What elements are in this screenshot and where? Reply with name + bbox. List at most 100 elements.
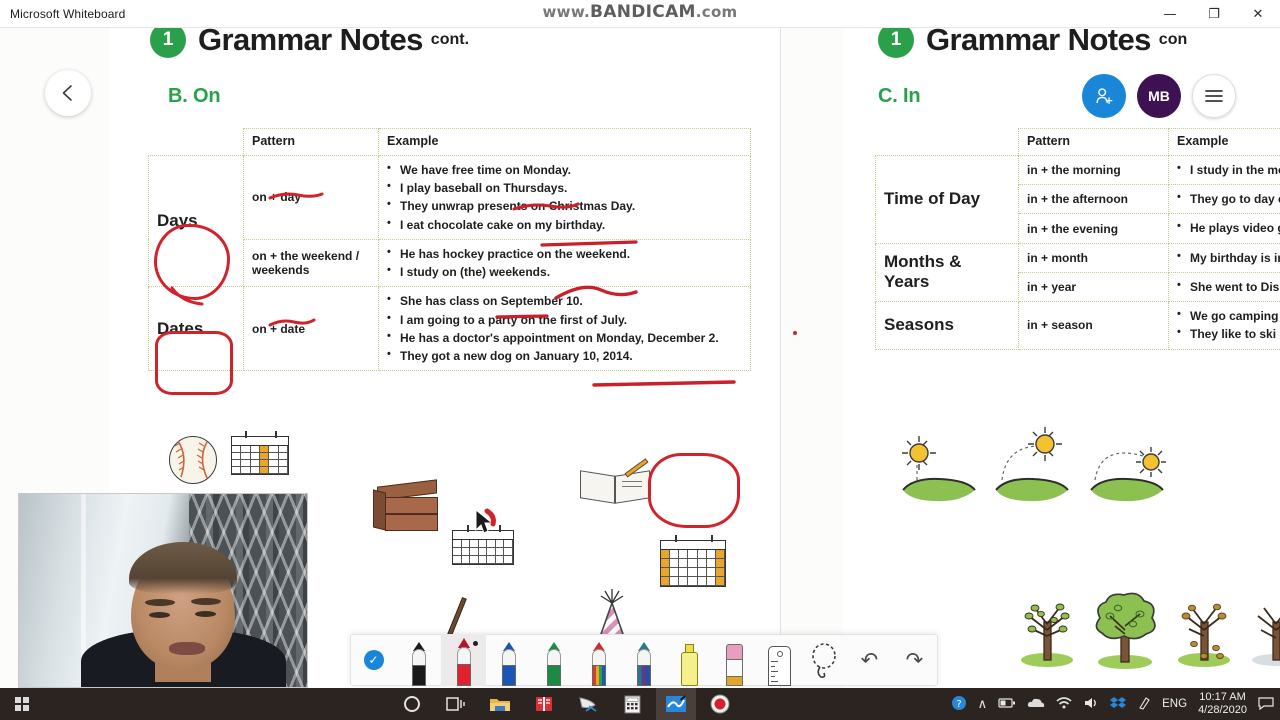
- app-title: Microsoft Whiteboard: [10, 6, 126, 21]
- right-page-badge: 1: [878, 28, 914, 58]
- pen-icon: [588, 642, 610, 686]
- in-preposition-table: Pattern Example Time of Day in + the mor…: [875, 128, 1280, 350]
- dropbox-icon[interactable]: [1110, 696, 1127, 713]
- baseball-icon: [169, 436, 217, 484]
- redo-button[interactable]: ↷: [892, 634, 937, 686]
- col-header-category: [149, 129, 244, 156]
- taskbar-item-snip-and-sketch[interactable]: [568, 688, 608, 720]
- pen-icon: [408, 642, 430, 686]
- list-item: I am going to a party on the first of Ju…: [387, 310, 742, 329]
- examples-on-weekend: He has hockey practice on the weekend. I…: [378, 238, 751, 288]
- category-label: Time of Day: [884, 189, 981, 209]
- check-icon: ✓: [363, 650, 384, 670]
- row-category-time-of-day: Time of Day: [875, 155, 1019, 244]
- example-text: I play baseball on Thursdays.: [400, 181, 568, 196]
- red-ink-dot: [793, 331, 797, 335]
- example-text: My birthday is in: [1190, 250, 1280, 265]
- pen-red-button[interactable]: [441, 634, 487, 686]
- pen-galaxy-button[interactable]: [621, 634, 666, 686]
- left-page-badge: 1: [150, 28, 186, 58]
- ruler-icon: [767, 646, 791, 686]
- pen-black-button[interactable]: [396, 634, 441, 686]
- help-icon[interactable]: ?: [951, 695, 967, 714]
- restore-button[interactable]: ❐: [1192, 0, 1236, 28]
- example-text: She has class on September 10.: [400, 294, 583, 309]
- example-list: He has hockey practice on the weekend. I…: [387, 244, 742, 281]
- row-category-months-years: Months & Years: [875, 242, 1019, 303]
- start-button[interactable]: [0, 688, 44, 720]
- ruler-button[interactable]: [757, 634, 802, 686]
- minimize-button[interactable]: —: [1148, 0, 1192, 28]
- taskbar-item-whiteboard[interactable]: [656, 688, 696, 720]
- pen-rainbow-button[interactable]: [576, 634, 621, 686]
- list-item: They go to day c: [1177, 189, 1280, 208]
- pen-blue-button[interactable]: [486, 634, 531, 686]
- list-item: We go camping: [1177, 306, 1280, 325]
- example-text: They unwrap presents on Christmas Day.: [400, 199, 636, 214]
- midday-sun-shape: [995, 427, 1069, 502]
- left-page-header: 1 Grammar Notes cont.: [150, 28, 469, 58]
- system-tray: ? ∧ ENG 10:17 AM 4/28/2020: [951, 691, 1274, 717]
- avatar-initials: MB: [1148, 88, 1170, 104]
- redo-icon: ↷: [905, 648, 924, 672]
- category-label: Dates: [157, 318, 204, 338]
- taskbar-item-calculator[interactable]: [612, 688, 652, 720]
- windows-taskbar: ? ∧ ENG 10:17 AM 4/28/2020: [0, 688, 1280, 720]
- calendar-icon: [231, 431, 289, 475]
- example-text: I am going to a party on the first of Ju…: [400, 312, 628, 327]
- baseball-seams: [174, 440, 208, 479]
- col-header-pattern: Pattern: [243, 128, 379, 156]
- menu-button[interactable]: [1192, 74, 1236, 118]
- tray-chevron-up-icon[interactable]: ∧: [978, 698, 988, 711]
- pattern-text: on + day: [252, 190, 302, 205]
- taskbar-item-task-view[interactable]: [436, 688, 476, 720]
- example-text: He has a doctor's appointment on Monday,…: [400, 330, 719, 345]
- avatar[interactable]: MB: [1137, 74, 1181, 118]
- pen-tray-icon[interactable]: [1137, 696, 1151, 713]
- example-list: She has class on September 10. I am goin…: [387, 291, 742, 365]
- list-item: I study in the mo: [1177, 160, 1280, 179]
- back-button[interactable]: [45, 70, 91, 116]
- highlighter-button[interactable]: [667, 634, 712, 686]
- volume-icon[interactable]: [1083, 696, 1099, 713]
- file-explorer-icon: [490, 699, 510, 711]
- list-item: He has a doctor's appointment on Monday,…: [387, 328, 742, 347]
- list-item: They got a new dog on January 10, 2014.: [387, 346, 742, 365]
- spring-tree-shape: [1021, 603, 1073, 667]
- battery-icon[interactable]: [998, 697, 1016, 712]
- ink-toolbar[interactable]: ✓ ↶ ↷: [350, 634, 938, 686]
- bandicam-watermark: www. BANDICAM .com: [521, 2, 759, 22]
- battery-glyph-icon: [998, 697, 1016, 708]
- pen-green-button[interactable]: [531, 634, 576, 686]
- taskbar-apps: [392, 688, 740, 720]
- ink-toggle-button[interactable]: ✓: [351, 634, 396, 686]
- wifi-icon[interactable]: [1056, 696, 1072, 712]
- action-center-icon[interactable]: [1258, 696, 1274, 713]
- list-item: I play baseball on Thursdays.: [387, 178, 742, 197]
- task-view-icon: [446, 697, 465, 711]
- eraser-button[interactable]: [712, 634, 757, 686]
- cloud-glyph-icon: [1027, 698, 1045, 707]
- pattern-in-evening: in + the evening: [1018, 213, 1169, 244]
- example-text: They got a new dog on January 10, 2014.: [400, 349, 633, 364]
- undo-button[interactable]: ↶: [847, 634, 892, 686]
- sunrise-shape: [902, 436, 976, 502]
- onedrive-cloud-icon[interactable]: [1027, 697, 1045, 712]
- language-indicator[interactable]: ENG: [1162, 698, 1187, 710]
- svg-text:?: ?: [956, 699, 961, 710]
- share-button[interactable]: [1082, 74, 1126, 118]
- taskbar-item-bandicam[interactable]: [700, 688, 740, 720]
- presenter-eyebrow-right: [191, 598, 221, 605]
- list-item: She went to Disn: [1177, 277, 1280, 296]
- taskbar-item-cortana[interactable]: [392, 688, 432, 720]
- taskbar-clock[interactable]: 10:17 AM 4/28/2020: [1198, 691, 1247, 717]
- on-preposition-table: Pattern Example Days on + day • We have …: [148, 128, 751, 372]
- chocolate-cake-icon: [373, 479, 439, 531]
- close-button[interactable]: ✕: [1236, 0, 1280, 28]
- taskbar-item-reader[interactable]: [524, 688, 564, 720]
- winter-tree-shape: [1252, 607, 1280, 666]
- example-in-morning: I study in the mo: [1168, 154, 1280, 186]
- pattern-on-day: on + day: [243, 155, 379, 240]
- lasso-select-button[interactable]: [802, 634, 847, 686]
- taskbar-item-file-explorer[interactable]: [480, 688, 520, 720]
